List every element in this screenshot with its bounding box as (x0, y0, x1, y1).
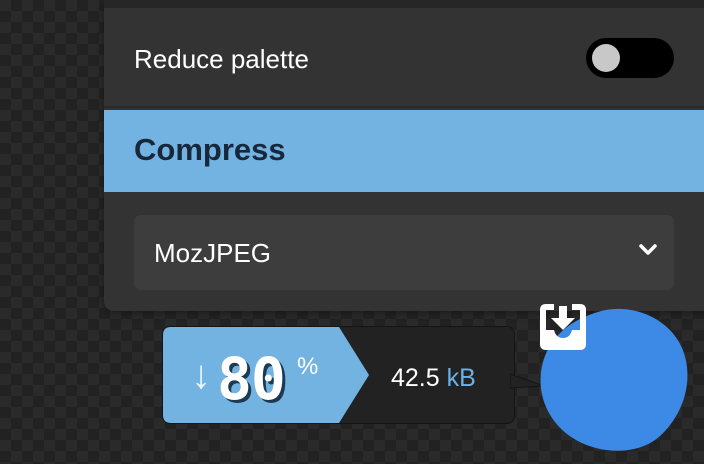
options-panel: Reduce palette Compress MozJPEG (104, 0, 704, 311)
codec-select-value: MozJPEG (154, 238, 272, 268)
size-reduction-badge: ↓ 80 % (163, 327, 373, 423)
compress-section-header: Compress (104, 110, 704, 192)
compress-section-title: Compress (134, 132, 286, 167)
file-size-unit: kB (446, 364, 476, 392)
download-tray-icon (540, 304, 586, 350)
reduction-percent: 80 (217, 345, 286, 413)
output-file-size: 42.5 kB (391, 364, 476, 393)
codec-select[interactable]: MozJPEG (134, 215, 674, 290)
reduce-palette-label: Reduce palette (134, 44, 309, 74)
download-button[interactable] (536, 300, 692, 456)
arrow-down-icon: ↓ (191, 353, 211, 397)
panel-top-divider (104, 0, 704, 8)
reduce-palette-toggle[interactable] (586, 38, 674, 78)
toggle-knob (592, 44, 620, 72)
chevron-down-icon (639, 244, 657, 255)
percent-sign: % (297, 353, 319, 380)
file-size-number: 42.5 (391, 364, 440, 392)
reduce-palette-row: Reduce palette (104, 8, 704, 108)
compression-results: ↓ 80 % 42.5 kB (162, 326, 515, 424)
